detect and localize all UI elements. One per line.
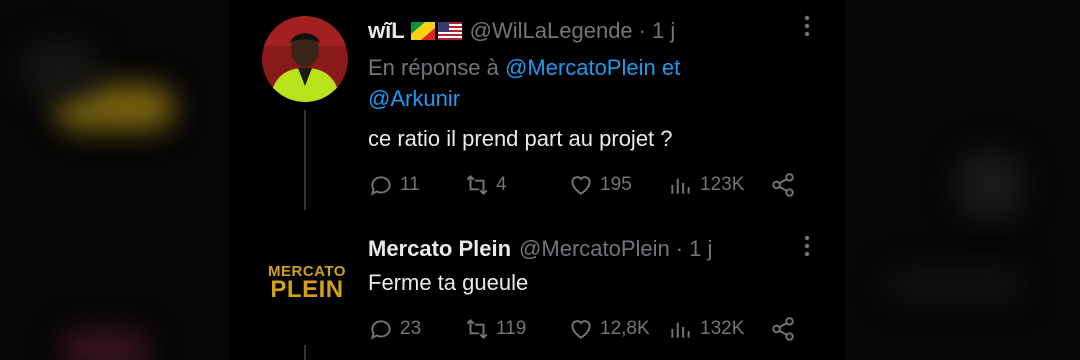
tweet-wil[interactable]: wĩL @WilLaLegende · 1 j En réponse à @Me…: [230, 0, 845, 210]
views-icon: [671, 178, 690, 194]
blurred-background-left: [0, 0, 230, 360]
views-count: 123K: [700, 174, 745, 195]
separator-dot: ·: [638, 18, 646, 43]
tweet-header: Mercato Plein @MercatoPlein · 1 j: [368, 236, 712, 262]
views-button[interactable]: 123K: [668, 172, 770, 198]
views-count: 132K: [700, 318, 745, 339]
share-icon: [772, 173, 794, 197]
retweet-icon: [466, 174, 488, 196]
like-icon: [571, 320, 591, 339]
blurred-shape: [60, 330, 150, 360]
congo-flag-icon: [410, 22, 435, 40]
blurred-shape: [885, 270, 1025, 300]
flags: [410, 22, 462, 40]
like-button[interactable]: 195: [568, 172, 668, 198]
thread-connector-line: [304, 110, 306, 210]
author-handle[interactable]: @WilLaLegende: [470, 18, 633, 44]
retweet-icon: [466, 318, 488, 340]
like-count: 12,8K: [600, 318, 650, 339]
blurred-shape: [955, 150, 1025, 220]
tweet-header: wĩL @WilLaLegende · 1 j: [368, 18, 675, 44]
avatar[interactable]: [262, 16, 348, 102]
reply-and: et: [661, 55, 681, 80]
like-icon: [571, 176, 591, 195]
retweet-count: 119: [496, 318, 527, 339]
share-button[interactable]: [770, 316, 796, 342]
us-flag-icon: [437, 22, 462, 40]
reply-icon: [370, 320, 391, 340]
views-button[interactable]: 132K: [668, 316, 770, 342]
separator-dot: ·: [675, 236, 684, 261]
retweet-button[interactable]: 4: [464, 172, 568, 198]
tweet-actions: 23 119 12,8K 132K: [368, 316, 796, 342]
blurred-background-right: [845, 0, 1080, 360]
reply-count: 11: [400, 174, 420, 195]
more-icon[interactable]: [803, 14, 811, 45]
blurred-shape: [20, 40, 100, 100]
avatar-logo[interactable]: MERCATO PLEIN: [268, 264, 346, 304]
reply-context: En réponse à @MercatoPlein et @Arkunir: [368, 52, 768, 114]
reply-prefix: En réponse à: [368, 55, 499, 80]
timestamp[interactable]: 1 j: [689, 236, 712, 262]
tweet-thread: wĩL @WilLaLegende · 1 j En réponse à @Me…: [230, 0, 845, 360]
mention-link[interactable]: @MercatoPlein: [505, 55, 656, 80]
author-name[interactable]: wĩL: [368, 18, 405, 44]
timestamp[interactable]: 1 j: [652, 18, 675, 44]
logo-text: PLEIN: [270, 276, 344, 304]
mention-link[interactable]: @Arkunir: [368, 86, 460, 111]
author-name[interactable]: Mercato Plein: [368, 236, 511, 262]
tweet-text: Ferme ta gueule: [368, 270, 529, 295]
reply-button[interactable]: 11: [368, 172, 464, 198]
retweet-count: 4: [496, 174, 507, 195]
thread-connector-line: [304, 345, 306, 360]
like-button[interactable]: 12,8K: [568, 316, 668, 342]
share-button[interactable]: [770, 172, 796, 198]
reply-count: 23: [400, 318, 422, 339]
like-count: 195: [600, 174, 632, 195]
tweet-actions: 11 4 195 123K: [368, 172, 796, 198]
tweet-text: ce ratio il prend part au projet ?: [368, 126, 673, 151]
share-icon: [772, 317, 794, 341]
tweet-mercato-plein[interactable]: MERCATO PLEIN Mercato Plein @MercatoPlei…: [230, 210, 845, 360]
views-icon: [671, 322, 690, 338]
reply-icon: [370, 176, 391, 196]
author-handle[interactable]: @MercatoPlein: [519, 236, 670, 262]
more-icon[interactable]: [803, 234, 811, 265]
reply-button[interactable]: 23: [368, 316, 464, 342]
retweet-button[interactable]: 119: [464, 316, 568, 342]
